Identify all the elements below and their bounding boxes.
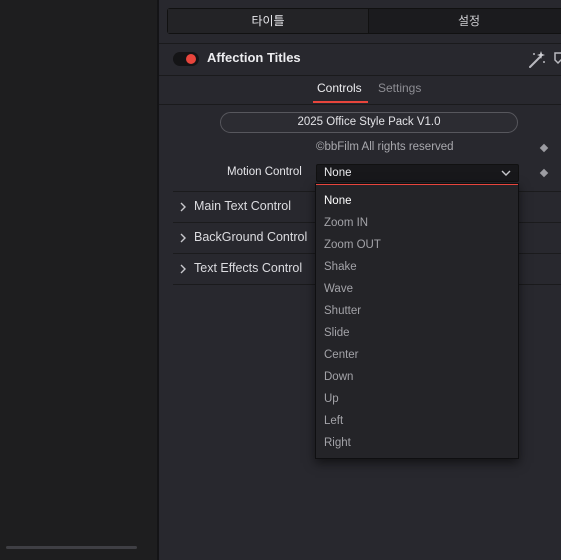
group-label: Text Effects Control xyxy=(194,261,303,275)
top-tab-bar: 타이틀 설정 xyxy=(167,8,561,34)
menu-item-slide[interactable]: Slide xyxy=(316,322,518,344)
inspector-sub-tabs: Controls Settings xyxy=(159,76,561,104)
toggle-dot xyxy=(186,54,196,64)
menu-item-zoom-in[interactable]: Zoom IN xyxy=(316,212,518,234)
chevron-down-icon xyxy=(501,170,511,176)
menu-item-right[interactable]: Right xyxy=(316,432,518,454)
keyframe-diamond-icon[interactable] xyxy=(539,168,549,178)
keyframe-diamond-icon[interactable] xyxy=(539,143,549,153)
toggle-switch-icon[interactable] xyxy=(173,52,199,66)
tool-header: Affection Titles xyxy=(159,44,561,74)
menu-item-shutter[interactable]: Shutter xyxy=(316,300,518,322)
motion-control-label: Motion Control xyxy=(227,166,302,178)
tool-title: Affection Titles xyxy=(207,50,301,65)
motion-control-menu: None Zoom IN Zoom OUT Shake Wave Shutter… xyxy=(315,183,519,459)
chevron-right-icon xyxy=(180,233,186,243)
menu-item-up[interactable]: Up xyxy=(316,388,518,410)
menu-item-down[interactable]: Down xyxy=(316,366,518,388)
style-pack-button[interactable]: 2025 Office Style Pack V1.0 xyxy=(220,112,518,133)
menu-item-none[interactable]: None xyxy=(316,190,518,212)
tab-settings[interactable]: Settings xyxy=(378,81,421,95)
motion-control-dropdown[interactable]: None xyxy=(316,164,519,182)
tab-settings-top[interactable]: 설정 xyxy=(369,9,561,33)
tab-title[interactable]: 타이틀 xyxy=(168,9,369,33)
menu-item-zoom-out[interactable]: Zoom OUT xyxy=(316,234,518,256)
group-label: Main Text Control xyxy=(194,199,292,213)
dropdown-value: None xyxy=(324,167,352,179)
menu-item-wave[interactable]: Wave xyxy=(316,278,518,300)
menu-item-shake[interactable]: Shake xyxy=(316,256,518,278)
active-tab-underline xyxy=(313,101,368,103)
copyright-label: ©bbFilm All rights reserved xyxy=(316,141,454,153)
chevron-right-icon xyxy=(180,202,186,212)
horizontal-scrollbar[interactable] xyxy=(6,546,137,549)
chevron-right-icon xyxy=(180,264,186,274)
left-panel xyxy=(0,0,157,560)
divider xyxy=(159,104,561,105)
group-label: BackGround Control xyxy=(194,230,308,244)
menu-accent-line xyxy=(316,184,518,185)
pin-icon[interactable] xyxy=(553,49,561,69)
menu-item-center[interactable]: Center xyxy=(316,344,518,366)
magic-wand-icon[interactable] xyxy=(527,49,547,69)
tab-controls[interactable]: Controls xyxy=(317,81,362,95)
menu-item-left[interactable]: Left xyxy=(316,410,518,432)
